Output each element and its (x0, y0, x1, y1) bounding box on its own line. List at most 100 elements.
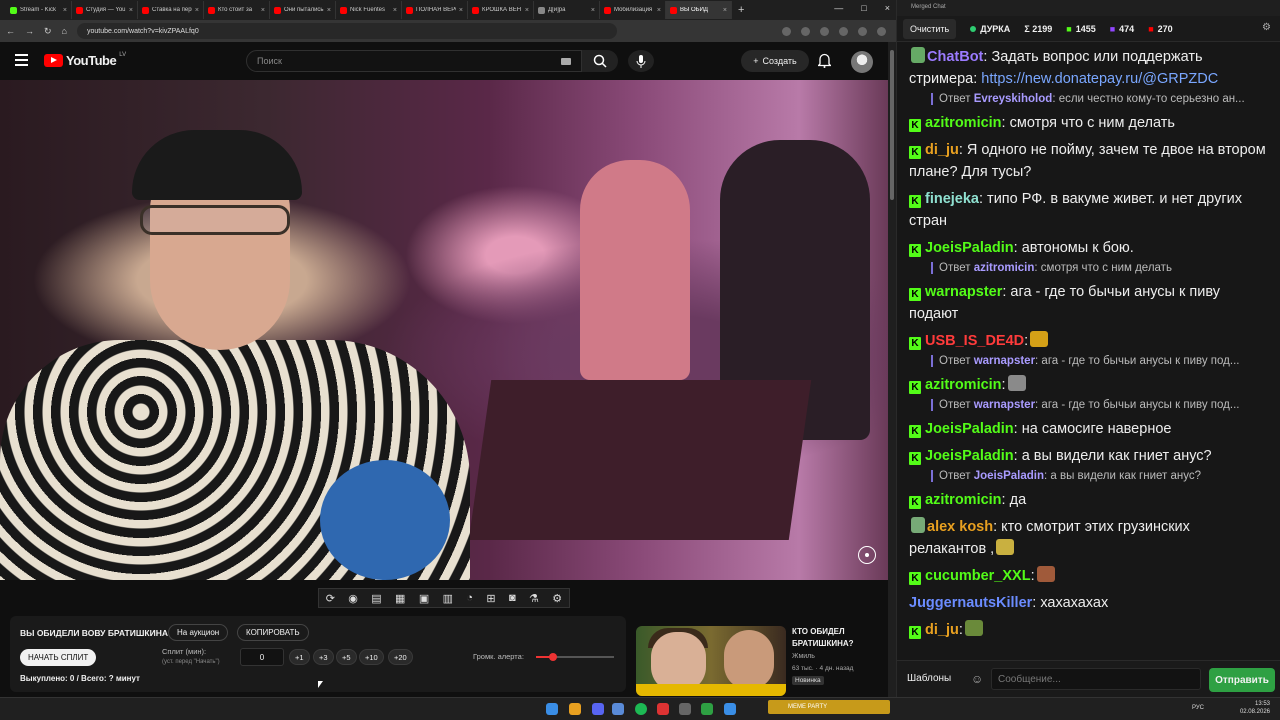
app-icon[interactable] (701, 703, 713, 715)
settings-icon[interactable]: ⚙ (1262, 22, 1271, 33)
increment-button[interactable]: +5 (336, 649, 357, 665)
app-icon[interactable] (657, 703, 669, 715)
chat-username[interactable]: warnapster (925, 284, 1002, 300)
tab-close-icon[interactable]: × (525, 7, 529, 14)
home-icon[interactable]: ⌂ (62, 26, 67, 36)
browser-tab[interactable]: Студия — YouTube× (72, 1, 138, 19)
recommended-video[interactable]: КТО ОБИДЕЛ БРАТИШКИНА? Жмиль 63 тыс. · 4… (636, 626, 886, 696)
film-icon[interactable]: ▥ (443, 592, 453, 605)
donate-link[interactable]: https://new.donatepay.ru/@GRPZDC (981, 71, 1218, 87)
youtube-logo[interactable]: YouTube LV (44, 52, 126, 68)
minimize-icon[interactable]: — (834, 3, 843, 13)
chat-username[interactable]: JoeisPaladin (925, 448, 1014, 464)
reply-username[interactable]: warnapster (974, 355, 1035, 367)
language-indicator[interactable]: РУС (1192, 705, 1204, 711)
browser-tab[interactable]: Мобилизация × (600, 1, 666, 19)
increment-button[interactable]: +3 (313, 649, 334, 665)
reply-username[interactable]: JoeisPaladin (974, 470, 1044, 482)
settings-icon[interactable]: ⚙ (552, 592, 562, 605)
create-button[interactable]: + Создать (741, 50, 809, 72)
chat-username[interactable]: di_ju (925, 142, 959, 158)
browser-tab[interactable]: Они пытались × (270, 1, 336, 19)
start-split-button[interactable]: НАЧАТЬ СПЛИТ (20, 649, 97, 666)
chat-username[interactable]: JoeisPaladin (925, 421, 1014, 437)
speed-icon[interactable]: ◔ (466, 592, 473, 604)
loop-icon[interactable]: ⟳ (326, 592, 335, 605)
discord-icon[interactable] (592, 703, 604, 715)
increment-button[interactable]: +10 (359, 649, 384, 665)
send-button[interactable]: Отправить (1209, 668, 1275, 692)
browser-tab[interactable]: ВЫ ОБИД × (666, 1, 732, 19)
new-tab-icon[interactable]: + (738, 4, 744, 16)
account-avatar[interactable] (851, 51, 873, 73)
add-icon[interactable]: ⊞ (486, 592, 495, 605)
app-icon[interactable] (724, 703, 736, 715)
tab-close-icon[interactable]: × (393, 7, 397, 14)
chat-username[interactable]: USB_IS_DE4D (925, 333, 1024, 349)
chat-username[interactable]: ChatBot (927, 49, 983, 65)
playlist-icon[interactable]: ▤ (371, 592, 381, 605)
tab-close-icon[interactable]: × (327, 7, 331, 14)
emoji-icon[interactable]: ☺ (971, 672, 983, 686)
keyboard-icon[interactable] (561, 58, 571, 65)
taskbar-active-window[interactable]: MEME PARTY (768, 700, 890, 714)
reply-username[interactable]: Evreyskiholod (974, 93, 1053, 105)
menu-icon[interactable] (15, 54, 28, 66)
browser-tab[interactable]: Кто стоит за × (204, 1, 270, 19)
extension-icon[interactable] (782, 26, 791, 36)
tab-close-icon[interactable]: × (195, 7, 199, 14)
tab-close-icon[interactable]: × (129, 7, 133, 14)
app-icon[interactable] (679, 703, 691, 715)
reload-icon[interactable]: ↻ (44, 26, 52, 37)
search-input[interactable]: Поиск (246, 50, 582, 72)
search-button[interactable] (582, 50, 618, 72)
start-icon[interactable] (546, 703, 558, 715)
chat-username[interactable]: azitromicin (925, 115, 1002, 131)
close-icon[interactable]: × (885, 3, 890, 13)
chat-username[interactable]: alex kosh (927, 519, 993, 535)
alert-volume-slider[interactable] (536, 653, 614, 661)
recommended-thumbnail[interactable] (636, 626, 786, 696)
voice-search-button[interactable] (628, 50, 654, 72)
reply-username[interactable]: azitromicin (974, 262, 1035, 274)
pip-icon[interactable]: ▣ (419, 592, 429, 605)
notifications-bell-icon[interactable] (818, 53, 831, 68)
tab-close-icon[interactable]: × (63, 7, 67, 14)
forward-icon[interactable]: → (25, 26, 34, 36)
alert-volume-knob[interactable] (549, 653, 558, 661)
clock[interactable]: 13:53 02.08.2026 (1240, 700, 1270, 716)
templates-button[interactable]: Шаблоны (907, 673, 951, 684)
auction-button[interactable]: На аукцион (168, 624, 229, 641)
clear-button[interactable]: Очистить (903, 18, 957, 39)
page-scrollbar[interactable] (888, 42, 896, 697)
spotify-icon[interactable] (635, 703, 647, 715)
chat-username[interactable]: di_ju (925, 622, 959, 638)
recommended-channel[interactable]: Жмиль (792, 653, 815, 660)
chat-username[interactable]: finejeka (925, 191, 979, 207)
chat-username[interactable]: azitromicin (925, 492, 1002, 508)
clip-icon[interactable]: ▦ (395, 592, 405, 605)
increment-button[interactable]: +1 (289, 649, 310, 665)
browser-tab[interactable]: ПОЛНАЯ ВЕРСИЯ× (402, 1, 468, 19)
chat-username[interactable]: azitromicin (925, 377, 1002, 393)
chat-message-list[interactable]: ChatBot: Задать вопрос или поддержать ст… (897, 42, 1280, 660)
screenshot-icon[interactable]: ◙ (509, 592, 516, 604)
browser-tab[interactable]: Ставка на первые× (138, 1, 204, 19)
steam-icon[interactable] (612, 703, 624, 715)
split-minutes-input[interactable]: 0 (240, 648, 284, 666)
recommended-title[interactable]: КТО ОБИДЕЛ БРАТИШКИНА? (792, 626, 886, 650)
tab-close-icon[interactable]: × (459, 7, 463, 14)
extension-icon[interactable] (839, 26, 848, 36)
tab-close-icon[interactable]: × (723, 7, 727, 14)
extension-icon[interactable] (877, 26, 886, 36)
video-overlay-button[interactable] (858, 546, 876, 564)
tab-close-icon[interactable]: × (591, 7, 595, 14)
chrome-icon[interactable] (569, 703, 581, 715)
browser-tab[interactable]: КРОШКА ВЕН × (468, 1, 534, 19)
flask-icon[interactable]: ⚗ (529, 592, 539, 605)
reply-username[interactable]: warnapster (974, 399, 1035, 411)
message-input[interactable]: Сообщение... (991, 668, 1201, 690)
browser-tab[interactable]: Д[и]ра × (534, 1, 600, 19)
extension-icon[interactable] (858, 26, 867, 36)
broadcast-icon[interactable]: ◉ (348, 592, 358, 605)
